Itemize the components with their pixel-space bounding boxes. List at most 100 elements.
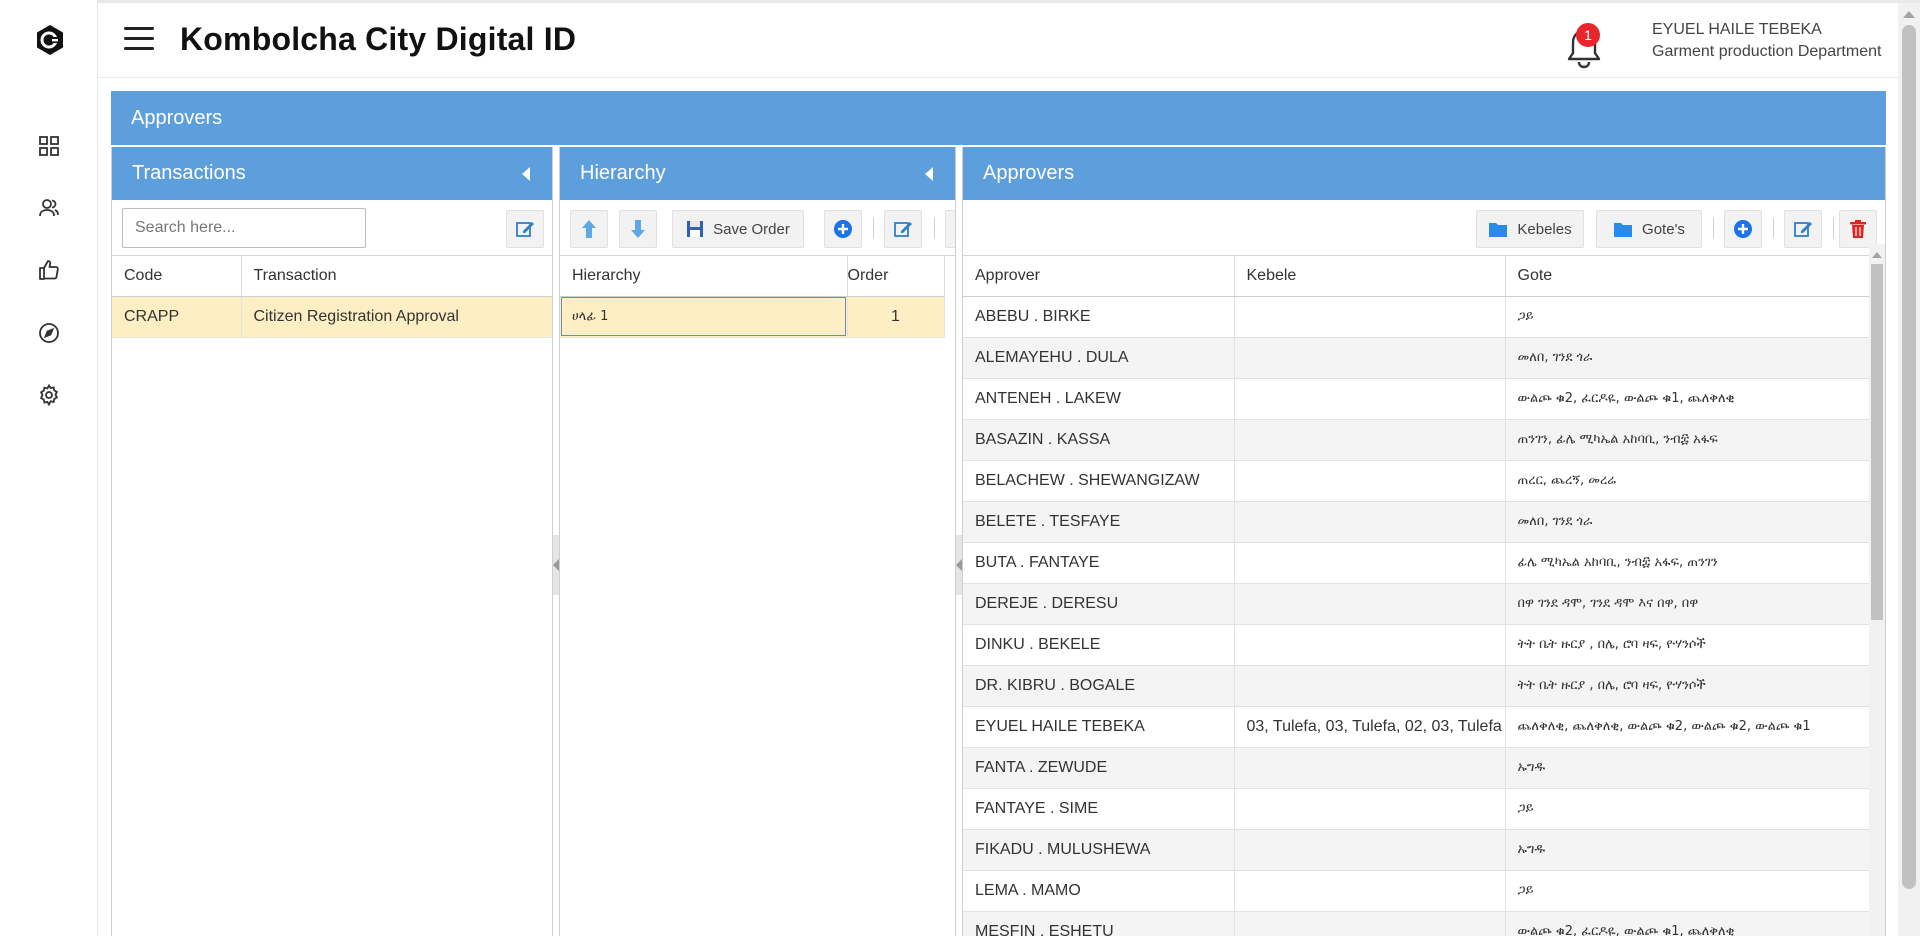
table-row[interactable]: BASAZIN . KASSA ጠንገን, ፊሌ ሚካኤል አከባቢ, ንብ፰ አ… xyxy=(963,419,1870,461)
scrollbar-thumb[interactable] xyxy=(1902,25,1916,889)
approver-kebele xyxy=(1234,337,1506,379)
table-row[interactable]: ALEMAYEHU . DULA መለበ, ገንደ ጎራ xyxy=(963,337,1870,379)
kebeles-button[interactable]: Kebeles xyxy=(1476,210,1584,248)
table-row[interactable]: FIKADU . MULUSHEWA ኡግዱ xyxy=(963,829,1870,871)
notification-count-badge: 1 xyxy=(1576,23,1600,47)
column-header-approver[interactable]: Approver xyxy=(963,256,1235,297)
table-row[interactable]: FANTA . ZEWUDE ኡግዱ xyxy=(963,747,1870,789)
approver-gote: ጋይ xyxy=(1505,296,1870,338)
table-row[interactable]: ANTENEH . LAKEW ውልጮ ቁ2, ፈርዶዬ, ውልጮ ቁ1, ጨለቅ… xyxy=(963,378,1870,420)
toolbar-separator xyxy=(1833,218,1834,238)
approver-gote: ጠንገን, ፊሌ ሚካኤል አከባቢ, ንብ፰ አፋፍ xyxy=(1505,419,1870,461)
edit-hierarchy-button[interactable] xyxy=(884,210,922,248)
table-row[interactable]: BUTA . FANTAYE ፊሌ ሚካኤል አከባቢ, ንብ፰ አፋፍ, ጠንገ… xyxy=(963,542,1870,584)
thumbs-up-icon[interactable] xyxy=(36,257,62,283)
column-header-hierarchy[interactable]: Hierarchy xyxy=(560,256,848,297)
left-sidebar xyxy=(0,0,98,936)
move-down-button[interactable] xyxy=(619,210,657,248)
table-row[interactable]: DEREJE . DERESU በዋ ገንደ ዳሞ, ገንደ ዳሞ እና በዋ, … xyxy=(963,583,1870,625)
users-icon[interactable] xyxy=(36,195,62,221)
gotes-button[interactable]: Gote's xyxy=(1596,210,1702,248)
table-row[interactable]: DINKU . BEKELE ትት ቤት ዙርያ , በሌ, ሮባ ዛፍ, ዮሃን… xyxy=(963,624,1870,666)
page-title: Approvers xyxy=(111,91,1886,145)
transactions-title: Transactions xyxy=(132,162,246,184)
approver-gote: መለበ, ገንደ ጎራ xyxy=(1505,337,1870,379)
approver-gote: መለበ, ገንደ ጎራ xyxy=(1505,501,1870,543)
approver-name: ABEBU . BIRKE xyxy=(963,296,1235,338)
approver-gote: ትት ቤት ዙርያ , በሌ, ሮባ ዛፍ, ዮሃንሶች xyxy=(1505,624,1870,666)
menu-toggle-icon[interactable] xyxy=(124,27,154,53)
scrollbar-thumb[interactable] xyxy=(1871,264,1883,620)
approvers-toolbar: Kebeles Gote's xyxy=(963,200,1885,256)
save-order-button[interactable]: Save Order xyxy=(672,210,804,248)
toolbar-separator xyxy=(873,218,874,238)
table-row[interactable]: FANTAYE . SIME ጋይ xyxy=(963,788,1870,830)
approver-kebele xyxy=(1234,665,1506,707)
compass-icon[interactable] xyxy=(36,320,62,346)
approver-name: LEMA . MAMO xyxy=(963,870,1235,912)
search-input[interactable] xyxy=(122,208,366,248)
hierarchy-name[interactable]: ሀላፊ 1 xyxy=(560,296,848,338)
folder-icon xyxy=(1489,223,1508,237)
user-department: Garment production Department xyxy=(1652,43,1882,60)
hierarchy-title: Hierarchy xyxy=(580,162,666,184)
approvers-panel-header: Approvers xyxy=(963,147,1885,200)
column-header-gote[interactable]: Gote xyxy=(1505,256,1870,297)
transactions-panel-header: Transactions xyxy=(112,147,552,200)
approver-name: BUTA . FANTAYE xyxy=(963,542,1235,584)
approvers-panel: Approvers Kebeles Gote's Approver Kebele… xyxy=(962,147,1886,936)
approver-name: ALEMAYEHU . DULA xyxy=(963,337,1235,379)
table-header-row: Approver Kebele Gote xyxy=(963,256,1870,297)
arrow-up-icon xyxy=(582,220,596,238)
edit-icon xyxy=(1794,222,1812,237)
user-name: EYUEL HAILE TEBEKA xyxy=(1652,21,1822,38)
app-title: Kombolcha City Digital ID xyxy=(180,21,577,57)
edit-approver-button[interactable] xyxy=(1784,210,1822,248)
approver-name: BELACHEW . SHEWANGIZAW xyxy=(963,460,1235,502)
table-row[interactable]: MESFIN . ESHETU ውልጮ ቁ2, ፈርዶዬ, ውልጮ ቁ1, ጨለቅ… xyxy=(963,911,1870,936)
gear-icon[interactable] xyxy=(36,382,62,408)
column-header-code[interactable]: Code xyxy=(112,256,242,297)
edit-icon xyxy=(516,222,534,237)
table-row[interactable]: BELACHEW . SHEWANGIZAW ጠረር, ጨረኝ, መረሬ xyxy=(963,460,1870,502)
dashboard-icon[interactable] xyxy=(36,133,62,159)
transactions-toolbar xyxy=(112,200,552,256)
hierarchy-table: Hierarchy Order ሀላፊ 1 1 xyxy=(560,256,945,338)
table-header-row: Hierarchy Order xyxy=(560,256,945,297)
approver-gote: ጨለቅለቂ, ጨለቅለቂ, ውልጮ ቁ2, ውልጮ ቁ2, ውልጮ ቁ1 xyxy=(1505,706,1870,748)
window-scrollbar[interactable] xyxy=(1898,3,1920,936)
column-header-kebele[interactable]: Kebele xyxy=(1234,256,1506,297)
delete-approver-button[interactable] xyxy=(1839,210,1877,248)
delete-hierarchy-button[interactable] xyxy=(945,210,955,248)
approver-gote: ጋይ xyxy=(1505,788,1870,830)
app-logo-icon[interactable] xyxy=(34,24,66,56)
approver-kebele xyxy=(1234,829,1506,871)
add-hierarchy-button[interactable] xyxy=(824,210,862,248)
transactions-panel: Transactions Code Transaction xyxy=(111,147,553,936)
move-up-button[interactable] xyxy=(570,210,608,248)
table-row[interactable]: ABEBU . BIRKE ጋይ xyxy=(963,296,1870,338)
approvers-scrollbar[interactable] xyxy=(1869,244,1885,936)
trash-icon xyxy=(1850,220,1866,238)
transaction-name: Citizen Registration Approval xyxy=(241,296,552,338)
approver-kebele xyxy=(1234,911,1506,936)
toolbar-separator xyxy=(1713,218,1714,238)
add-approver-button[interactable] xyxy=(1724,210,1762,248)
table-row[interactable]: CRAPP Citizen Registration Approval xyxy=(112,296,552,338)
collapse-transactions-icon[interactable] xyxy=(522,167,530,181)
table-row[interactable]: LEMA . MAMO ጋይ xyxy=(963,870,1870,912)
approver-kebele xyxy=(1234,460,1506,502)
collapse-hierarchy-icon[interactable] xyxy=(925,167,933,181)
column-header-order[interactable]: Order xyxy=(847,256,945,297)
column-header-transaction[interactable]: Transaction xyxy=(241,256,552,297)
scroll-up-icon[interactable] xyxy=(1903,11,1915,18)
scroll-up-icon[interactable] xyxy=(1872,252,1882,258)
approver-name: FANTA . ZEWUDE xyxy=(963,747,1235,789)
table-row[interactable]: BELETE . TESFAYE መለበ, ገንደ ጎራ xyxy=(963,501,1870,543)
table-row[interactable]: ሀላፊ 1 1 xyxy=(560,296,945,338)
approver-name: FANTAYE . SIME xyxy=(963,788,1235,830)
edit-transaction-button[interactable] xyxy=(506,210,544,248)
transaction-code: CRAPP xyxy=(112,296,242,338)
table-row[interactable]: DR. KIBRU . BOGALE ትት ቤት ዙርያ , በሌ, ሮባ ዛፍ,… xyxy=(963,665,1870,707)
table-row[interactable]: EYUEL HAILE TEBEKA 03, Tulefa, 03, Tulefa… xyxy=(963,706,1870,748)
